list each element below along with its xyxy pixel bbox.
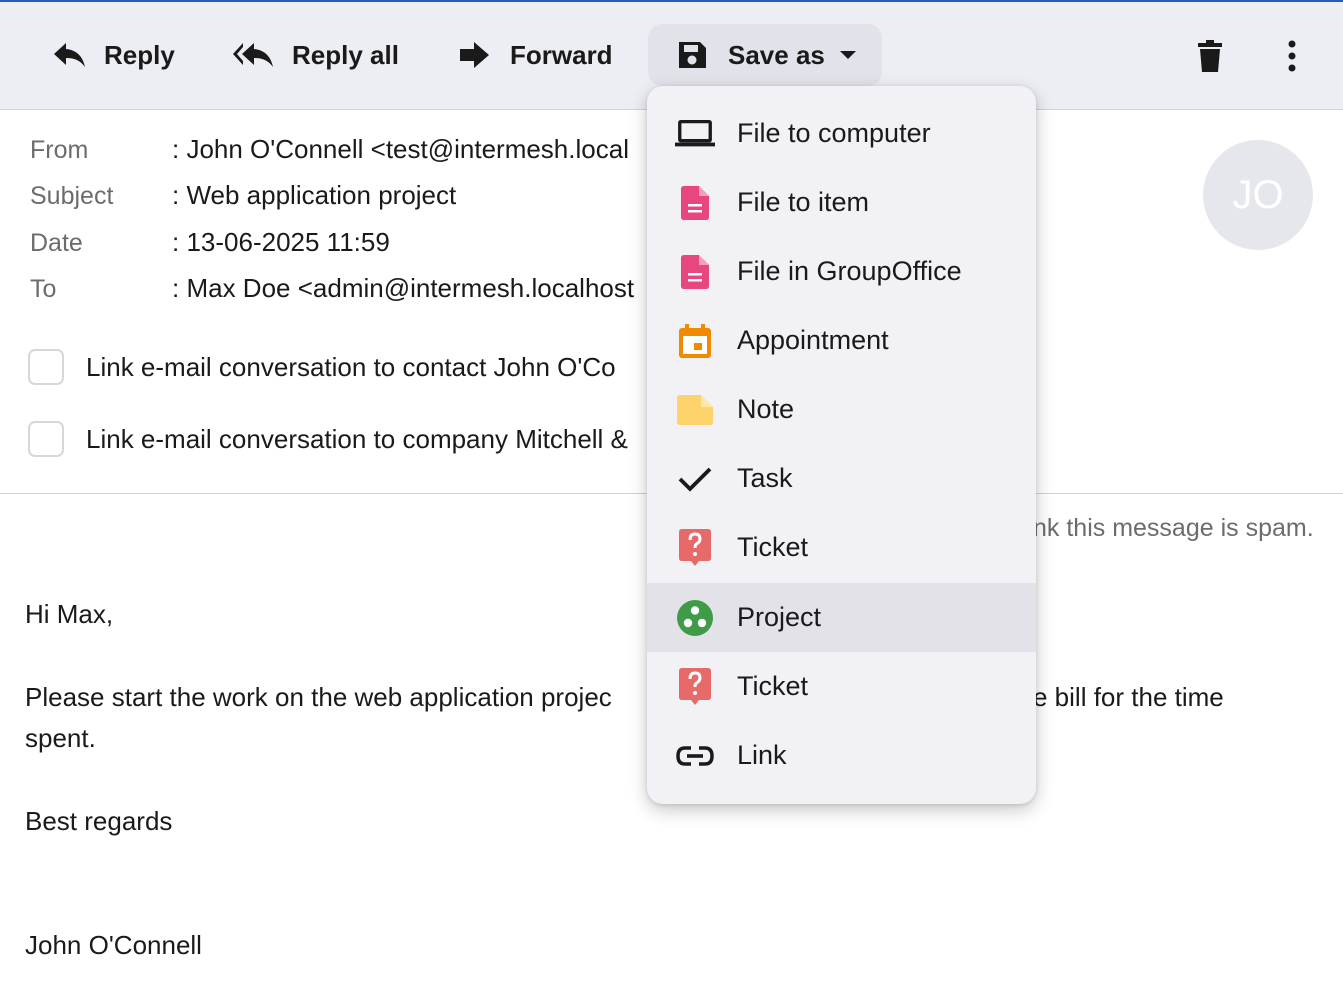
menu-item-file-in-groupoffice[interactable]: File in GroupOffice	[647, 237, 1036, 306]
menu-item-note[interactable]: Note	[647, 375, 1036, 444]
project-green-icon	[675, 598, 715, 638]
subject-value: : Web application project	[172, 180, 457, 210]
chevron-down-icon	[839, 50, 857, 60]
subject-label: Subject	[30, 182, 114, 210]
link-company-row: Link e-mail conversation to company Mitc…	[28, 421, 628, 457]
link-company-checkbox[interactable]	[28, 421, 64, 457]
save-as-menu: File to computer File to item File in Gr…	[647, 86, 1036, 804]
menu-item-label: File to item	[737, 187, 870, 217]
reply-label: Reply	[104, 39, 175, 70]
reply-all-button[interactable]: Reply all	[232, 24, 399, 86]
menu-item-project[interactable]: Project	[647, 583, 1036, 652]
menu-item-file-to-computer[interactable]: File to computer	[647, 99, 1036, 168]
link-icon	[675, 736, 715, 776]
link-contact-label: Link e-mail conversation to contact John…	[86, 351, 616, 382]
menu-item-appointment[interactable]: Appointment	[647, 306, 1036, 375]
menu-item-label: Note	[737, 394, 795, 424]
message-closing: Best regards	[25, 806, 173, 836]
from-value[interactable]: : John O'Connell <test@intermesh.local	[172, 134, 629, 165]
menu-item-ticket-2[interactable]: Ticket	[647, 652, 1036, 721]
menu-item-label: Task	[737, 463, 793, 493]
trash-icon	[1197, 39, 1223, 77]
link-contact-checkbox[interactable]	[28, 349, 64, 385]
reply-icon	[52, 41, 86, 69]
menu-item-label: Ticket	[737, 671, 809, 701]
note-yellow-icon	[675, 390, 715, 430]
document-pink-icon	[675, 183, 715, 223]
message-greeting: Hi Max,	[25, 599, 114, 629]
calendar-orange-icon	[675, 321, 715, 361]
save-icon	[676, 39, 708, 71]
avatar: JO	[1203, 140, 1313, 250]
spam-notice: nk this message is spam.	[1033, 514, 1314, 542]
forward-icon	[458, 41, 490, 69]
header-values: : John O'Connell <test@intermesh.local :…	[0, 130, 647, 310]
reply-all-label: Reply all	[292, 39, 399, 70]
ticket-red-icon	[675, 667, 715, 707]
reply-all-icon	[232, 41, 274, 69]
menu-item-ticket[interactable]: Ticket	[647, 513, 1036, 582]
message-line1-left: Please start the work on the web applica…	[25, 682, 612, 712]
menu-item-label: Appointment	[737, 325, 889, 355]
forward-label: Forward	[510, 39, 613, 70]
check-icon	[675, 459, 715, 499]
message-line2: spent.	[25, 723, 96, 753]
menu-item-task[interactable]: Task	[647, 444, 1036, 513]
more-vertical-icon	[1287, 40, 1297, 77]
menu-item-label: Project	[737, 602, 822, 632]
menu-item-label: Link	[737, 740, 787, 770]
link-options: Link e-mail conversation to contact John…	[0, 340, 647, 470]
document-pink-icon	[675, 252, 715, 292]
more-options-button[interactable]	[1272, 38, 1312, 78]
menu-item-label: File to computer	[737, 118, 931, 148]
save-as-button[interactable]: Save as	[648, 24, 882, 86]
menu-item-link[interactable]: Link	[647, 721, 1036, 790]
menu-item-file-to-item[interactable]: File to item	[647, 168, 1036, 237]
laptop-icon	[675, 114, 715, 154]
message-signature: John O'Connell	[25, 930, 202, 960]
menu-item-label: Ticket	[737, 532, 809, 562]
reply-button[interactable]: Reply	[52, 24, 175, 86]
to-value[interactable]: : Max Doe <admin@intermesh.localhost	[172, 273, 634, 304]
ticket-red-icon	[675, 528, 715, 568]
link-contact-row: Link e-mail conversation to contact John…	[28, 349, 616, 385]
forward-button[interactable]: Forward	[458, 24, 613, 86]
menu-item-label: File in GroupOffice	[737, 256, 962, 286]
to-label: To	[30, 275, 57, 303]
message-line1-right: e bill for the time	[1033, 682, 1224, 712]
message-line1-left-wrap: Please start the work on the web applica…	[0, 678, 647, 718]
date-label: Date	[30, 229, 83, 257]
save-as-label: Save as	[728, 39, 825, 70]
link-company-label: Link e-mail conversation to company Mitc…	[86, 423, 628, 454]
date-value: : 13-06-2025 11:59	[172, 227, 390, 257]
delete-button[interactable]	[1190, 38, 1230, 78]
